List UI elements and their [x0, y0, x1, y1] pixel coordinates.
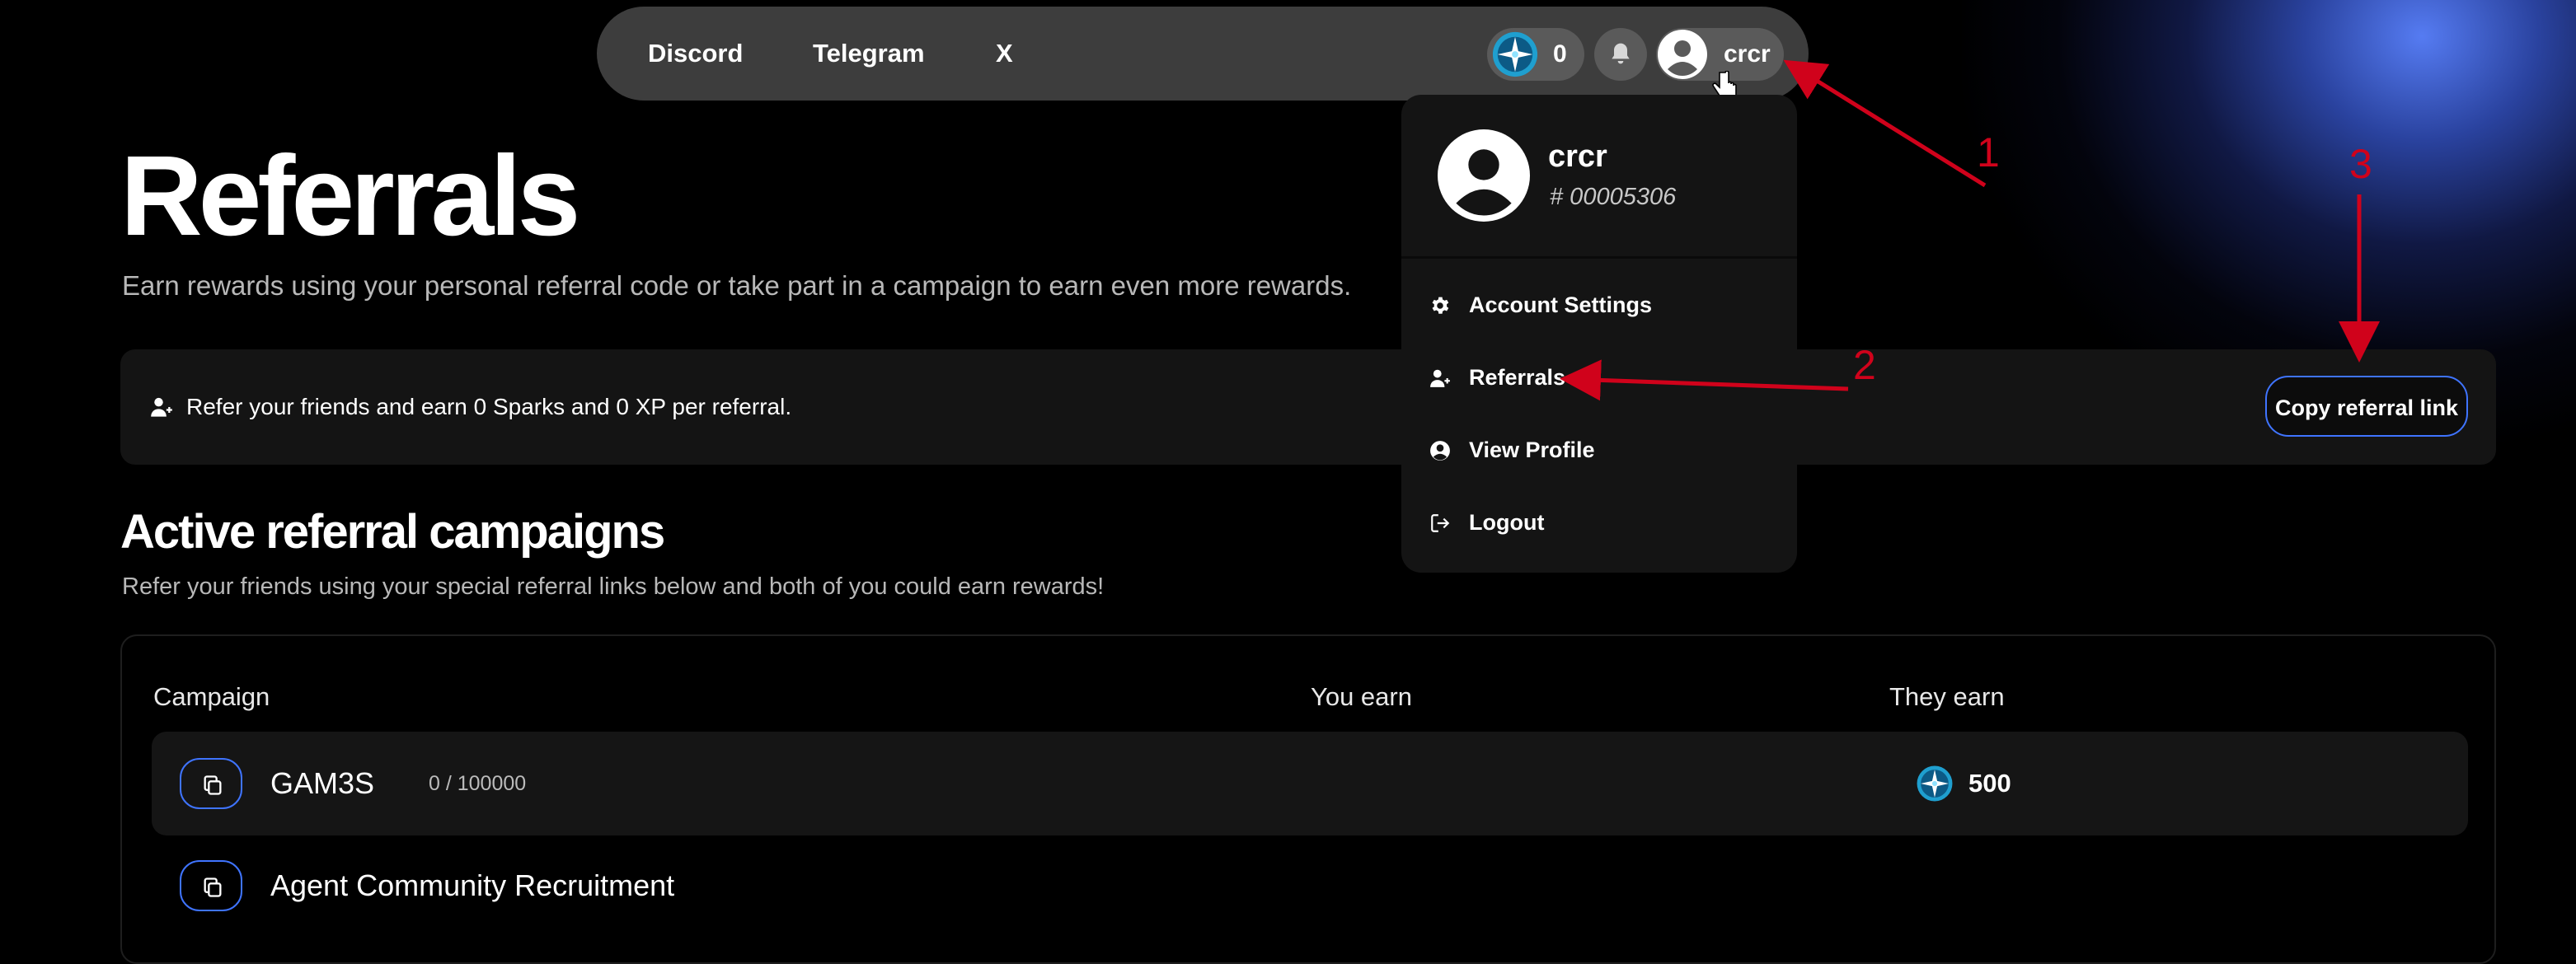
page-title: Referrals — [120, 133, 580, 260]
notifications-button[interactable] — [1594, 28, 1647, 81]
copy-link-button[interactable] — [180, 758, 242, 809]
menu-item-label: Logout — [1469, 510, 1545, 535]
table-row: Agent Community Recruitment — [152, 860, 2468, 964]
gear-icon — [1432, 297, 1449, 314]
user-dropdown-menu: crcr # 00005306 Account Settings Referra… — [1401, 95, 1797, 573]
dropdown-username: crcr — [1548, 139, 1607, 174]
avatar-icon — [1658, 30, 1707, 79]
menu-item-label: View Profile — [1469, 438, 1595, 462]
campaign-name: GAM3S — [270, 766, 375, 800]
bell-icon — [1612, 43, 1630, 64]
nav-link-x[interactable]: X — [996, 7, 1013, 101]
avatar-icon — [1438, 129, 1530, 222]
section-subtitle: Refer your friends using your special re… — [122, 573, 1105, 600]
annotation-label-2: 2 — [1853, 342, 1876, 388]
dropdown-user-id: # 00005306 — [1550, 184, 1677, 210]
page-subtitle: Earn rewards using your personal referra… — [122, 270, 1352, 301]
section-title: Active referral campaigns — [120, 505, 665, 559]
annotation-label-1: 1 — [1977, 129, 2000, 175]
top-nav-bar: Discord Telegram X 0 crcr — [597, 7, 1809, 101]
copy-icon — [204, 775, 222, 795]
column-header-you-earn: You earn — [1311, 682, 1412, 711]
nav-link-telegram[interactable]: Telegram — [813, 7, 925, 101]
column-header-they-earn: They earn — [1889, 682, 2005, 711]
spark-icon — [1917, 765, 1953, 802]
campaign-table: Campaign You earn They earn GAM3S 0 / 10… — [120, 634, 2496, 964]
menu-item-logout[interactable]: Logout — [1426, 498, 1772, 547]
menu-item-view-profile[interactable]: View Profile — [1426, 425, 1772, 475]
user-circle-icon — [1430, 441, 1450, 461]
spark-icon — [1492, 31, 1538, 77]
annotation-label-3: 3 — [2349, 141, 2372, 187]
they-earn-amount: 500 — [1968, 769, 2011, 798]
referral-banner-text: Refer your friends and earn 0 Sparks and… — [186, 394, 792, 419]
annotation-arrow-1 — [1783, 59, 1987, 188]
sparks-balance[interactable]: 0 — [1487, 28, 1584, 81]
sparks-count: 0 — [1553, 40, 1567, 68]
divider — [1401, 256, 1797, 259]
copy-link-button[interactable] — [180, 860, 242, 911]
menu-item-label: Referrals — [1469, 365, 1566, 390]
add-user-icon — [1430, 369, 1450, 387]
referral-banner: Refer your friends and earn 0 Sparks and… — [120, 349, 2496, 465]
nav-link-discord[interactable]: Discord — [648, 7, 743, 101]
table-row: GAM3S 0 / 100000 500 — [152, 732, 2468, 835]
logout-icon — [1431, 514, 1450, 532]
menu-item-account-settings[interactable]: Account Settings — [1426, 280, 1772, 330]
column-header-campaign: Campaign — [153, 682, 270, 711]
menu-item-label: Account Settings — [1469, 292, 1653, 317]
menu-item-referrals[interactable]: Referrals — [1426, 353, 1772, 402]
copy-icon — [204, 877, 222, 897]
campaign-count: 0 / 100000 — [429, 772, 527, 795]
add-user-icon — [151, 397, 172, 417]
campaign-name: Agent Community Recruitment — [270, 868, 675, 902]
copy-referral-link-button[interactable]: Copy referral link — [2265, 376, 2468, 437]
